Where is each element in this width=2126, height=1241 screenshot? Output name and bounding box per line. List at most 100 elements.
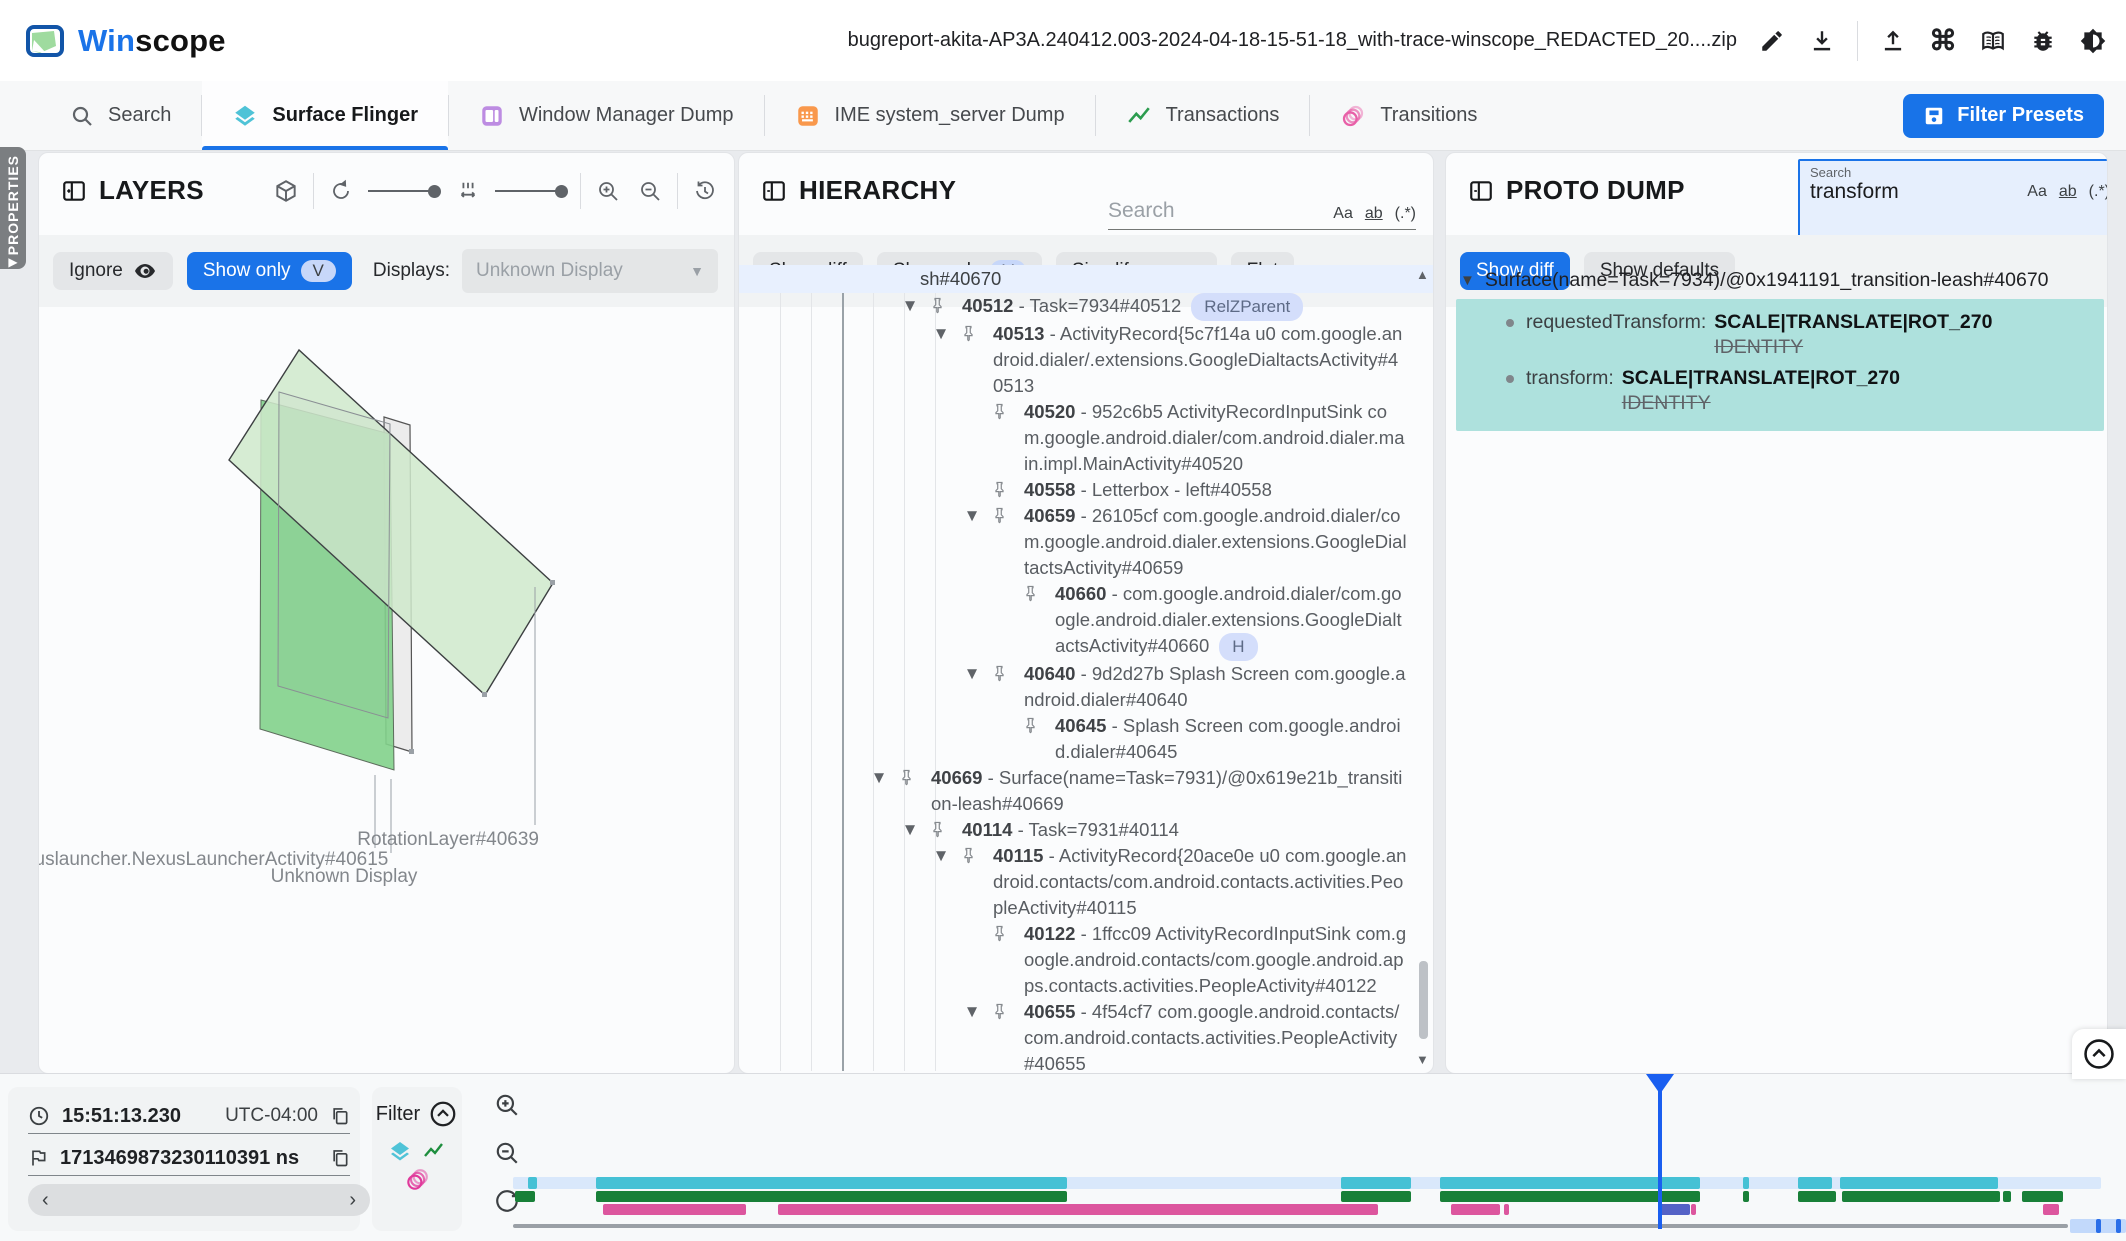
expand-arrow-icon[interactable]: ▼ <box>960 999 984 1025</box>
tree-node-40513[interactable]: ▼40513 - ActivityRecord{5c7f14a u0 com.g… <box>739 321 1433 399</box>
rotation-slider[interactable] <box>368 185 441 198</box>
sf-track-segment[interactable] <box>1743 1177 1749 1189</box>
minimap-handle[interactable] <box>2116 1219 2121 1233</box>
tab-window-manager-dump[interactable]: Window Manager Dump <box>449 81 764 150</box>
tab-ime-system-server-dump[interactable]: IME system_server Dump <box>765 81 1095 150</box>
tree-node-40114[interactable]: ▼40114 - Task=7931#40114 <box>739 817 1433 843</box>
expand-arrow-icon[interactable]: ▼ <box>929 843 953 869</box>
sf-track-segment[interactable] <box>1341 1177 1411 1189</box>
sf-track-segment[interactable] <box>1798 1177 1832 1189</box>
pin-icon[interactable] <box>984 399 1024 420</box>
bug-icon[interactable] <box>2028 26 2058 56</box>
tree-node-selected-wrap[interactable]: sh#40670 <box>739 265 1433 293</box>
shortcuts-icon[interactable]: ⌘ <box>1928 26 1958 56</box>
zoom-out-icon[interactable] <box>635 176 665 206</box>
expand-arrow-icon[interactable]: ▼ <box>960 503 984 529</box>
tab-transitions[interactable]: Transitions <box>1310 81 1507 150</box>
docs-icon[interactable] <box>1978 26 2008 56</box>
transitions-track-segment[interactable] <box>1691 1204 1696 1215</box>
timeline-cursor-line[interactable] <box>1658 1082 1662 1229</box>
match-word-icon[interactable]: ab <box>1365 205 1383 223</box>
pin-icon[interactable] <box>984 503 1024 524</box>
timeline-tracks-canvas[interactable] <box>0 1074 2126 1241</box>
transitions-track-segment[interactable] <box>778 1204 1378 1215</box>
scrollbar-thumb[interactable] <box>1419 961 1428 1039</box>
hierarchy-scrollbar[interactable]: ▲ ▼ <box>1415 267 1431 1067</box>
pin-icon[interactable] <box>1015 713 1055 734</box>
edit-icon[interactable] <box>1757 26 1787 56</box>
tree-node-40512[interactable]: ▼40512 - Task=7934#40512RelZParent <box>739 293 1433 321</box>
tree-node-40659[interactable]: ▼40659 - 26105cf com.google.android.dial… <box>739 503 1433 581</box>
tree-node-40669[interactable]: ▼40669 - Surface(name=Task=7931)/@0x619e… <box>739 765 1433 817</box>
expand-arrow-icon[interactable]: ▼ <box>867 765 891 791</box>
transactions-track-segment[interactable] <box>2022 1191 2063 1202</box>
pin-icon[interactable] <box>984 477 1024 498</box>
scroll-down-icon[interactable]: ▼ <box>1416 1052 1429 1067</box>
pin-icon[interactable] <box>984 921 1024 942</box>
scroll-to-top-button[interactable] <box>2072 1029 2126 1079</box>
transition-active-segment[interactable] <box>1660 1204 1690 1215</box>
tab-search[interactable]: Search <box>40 81 201 150</box>
upload-icon[interactable] <box>1878 26 1908 56</box>
sf-track-segment[interactable] <box>1840 1177 1998 1189</box>
tree-node-40640[interactable]: ▼40640 - 9d2d27b Splash Screen com.googl… <box>739 661 1433 713</box>
transitions-track-segment[interactable] <box>1451 1204 1500 1215</box>
expand-arrow-icon[interactable]: ▼ <box>898 293 922 319</box>
tab-surface-flinger[interactable]: Surface Flinger <box>202 81 448 150</box>
match-case-icon[interactable]: Aa <box>1333 205 1353 223</box>
spacing-slider[interactable] <box>495 185 568 198</box>
pin-icon[interactable] <box>953 843 993 864</box>
proto-property[interactable]: requestedTransform:SCALE|TRANSLATE|ROT_2… <box>1456 307 2104 363</box>
tree-node-40655[interactable]: ▼40655 - 4f54cf7 com.google.android.cont… <box>739 999 1433 1071</box>
transactions-track-segment[interactable] <box>596 1191 1067 1202</box>
transitions-track-segment[interactable] <box>2043 1204 2059 1215</box>
download-icon[interactable] <box>1807 26 1837 56</box>
match-case-icon[interactable]: Aa <box>2027 183 2047 201</box>
display-select[interactable]: Unknown Display ▼ <box>462 249 718 293</box>
regex-icon[interactable]: (.*) <box>2089 183 2108 201</box>
properties-collapsed-rail[interactable]: PROPERTIES ▶ <box>0 147 26 269</box>
theme-icon[interactable] <box>2078 26 2108 56</box>
transactions-track-segment[interactable] <box>515 1191 535 1202</box>
spacing-icon[interactable] <box>453 176 483 206</box>
transitions-track-segment[interactable] <box>1504 1204 1509 1215</box>
tab-transactions[interactable]: Transactions <box>1096 81 1310 150</box>
expand-arrow-icon[interactable]: ▼ <box>960 661 984 687</box>
transactions-track-segment[interactable] <box>1798 1191 1836 1202</box>
pin-icon[interactable] <box>891 765 931 786</box>
transactions-track-segment[interactable] <box>1341 1191 1411 1202</box>
pin-icon[interactable] <box>922 817 962 838</box>
pin-icon[interactable] <box>953 321 993 342</box>
tree-node-40660[interactable]: 40660 - com.google.android.dialer/com.go… <box>739 581 1433 661</box>
match-word-icon[interactable]: ab <box>2059 183 2077 201</box>
proto-root-node[interactable]: ▼ Surface(name=Task=7934)/@0x1941191_tra… <box>1460 269 2049 292</box>
show-only-button[interactable]: Show only V <box>187 252 352 290</box>
sf-track-segment[interactable] <box>596 1177 1067 1189</box>
timeline-scrollbar[interactable] <box>513 1224 2068 1228</box>
scroll-up-icon[interactable]: ▲ <box>1416 267 1429 282</box>
expand-arrow-icon[interactable]: ▼ <box>929 321 953 347</box>
tree-node-40558[interactable]: 40558 - Letterbox - left#40558 <box>739 477 1433 503</box>
tree-node-40645[interactable]: 40645 - Splash Screen com.google.android… <box>739 713 1433 765</box>
filter-presets-button[interactable]: Filter Presets <box>1903 94 2104 138</box>
pin-icon[interactable] <box>984 999 1024 1020</box>
pin-icon[interactable] <box>922 293 962 314</box>
3d-view-icon[interactable] <box>271 176 301 206</box>
proto-search-input[interactable]: Search transform Aa ab (.*) <box>1798 159 2108 243</box>
proto-property[interactable]: transform:SCALE|TRANSLATE|ROT_270IDENTIT… <box>1456 363 2104 419</box>
zoom-in-icon[interactable] <box>593 176 623 206</box>
timeline-cursor-handle[interactable] <box>1646 1074 1674 1094</box>
sf-track-segment[interactable] <box>528 1177 537 1189</box>
tree-node-40122[interactable]: 40122 - 1ffcc09 ActivityRecordInputSink … <box>739 921 1433 999</box>
rotation-icon[interactable] <box>326 176 356 206</box>
transitions-track-segment[interactable] <box>603 1204 746 1215</box>
transactions-track-segment[interactable] <box>2003 1191 2011 1202</box>
transactions-track-segment[interactable] <box>1743 1191 1749 1202</box>
reset-view-icon[interactable] <box>690 176 720 206</box>
layers-3d-canvas[interactable]: RotationLayer#40639 xuslauncher.NexusLau… <box>39 307 734 1071</box>
regex-icon[interactable]: (.*) <box>1395 205 1416 223</box>
ignore-button[interactable]: Ignore <box>53 252 173 290</box>
expand-arrow-icon[interactable]: ▼ <box>898 817 922 843</box>
pin-icon[interactable] <box>1015 581 1055 602</box>
transactions-track-segment[interactable] <box>1842 1191 2000 1202</box>
